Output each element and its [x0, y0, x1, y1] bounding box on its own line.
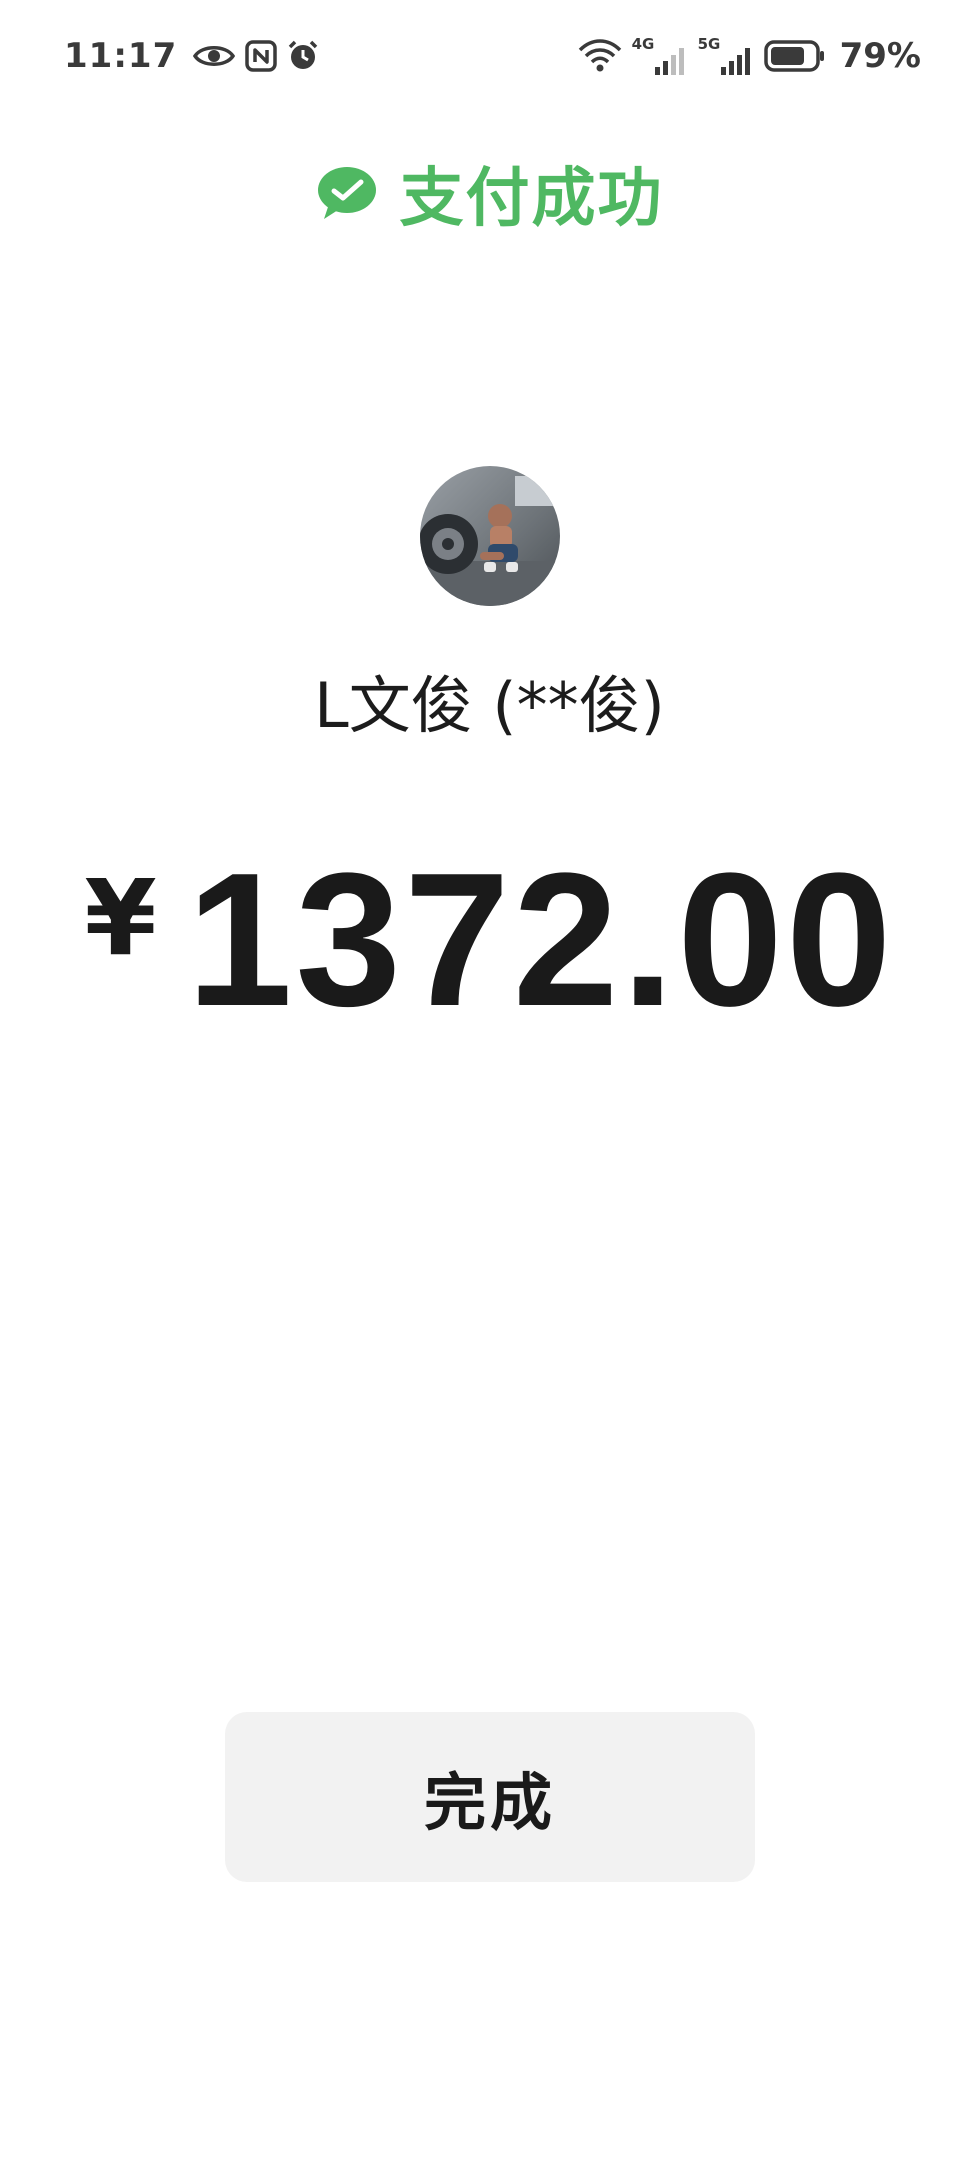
signal-bars-icon	[654, 48, 684, 75]
status-right-group: 4G 5G 79%	[578, 34, 921, 78]
signal-4g: 4G	[631, 35, 688, 75]
amount-value: 1372.00	[186, 834, 895, 1046]
payment-amount: ¥ 1372.00	[0, 834, 979, 1046]
payee-avatar	[420, 466, 560, 606]
battery-icon	[763, 40, 826, 72]
done-button-label: 完成	[423, 1766, 556, 1839]
payee-name: L文俊 (**俊)	[314, 669, 665, 742]
currency-symbol: ¥	[84, 857, 157, 979]
eye-icon	[193, 41, 236, 71]
alarm-icon	[287, 40, 319, 72]
wifi-icon	[578, 38, 622, 74]
status-left-group: 11:17	[64, 34, 319, 78]
network-label-5g: 5G	[697, 35, 721, 53]
signal-5g: 5G	[697, 35, 754, 75]
battery-percent: 79%	[839, 36, 921, 76]
signal-bars-icon	[720, 48, 750, 75]
network-label-4g: 4G	[631, 35, 655, 53]
payment-success-title: 支付成功	[399, 162, 664, 236]
nfc-icon	[245, 40, 277, 72]
status-time: 11:17	[64, 36, 178, 76]
status-bar: 11:17 4G 5G 79%	[0, 0, 979, 110]
wechat-pay-check-icon	[316, 165, 378, 221]
payment-success-header: 支付成功	[0, 148, 979, 238]
done-button[interactable]: 完成	[225, 1712, 755, 1882]
